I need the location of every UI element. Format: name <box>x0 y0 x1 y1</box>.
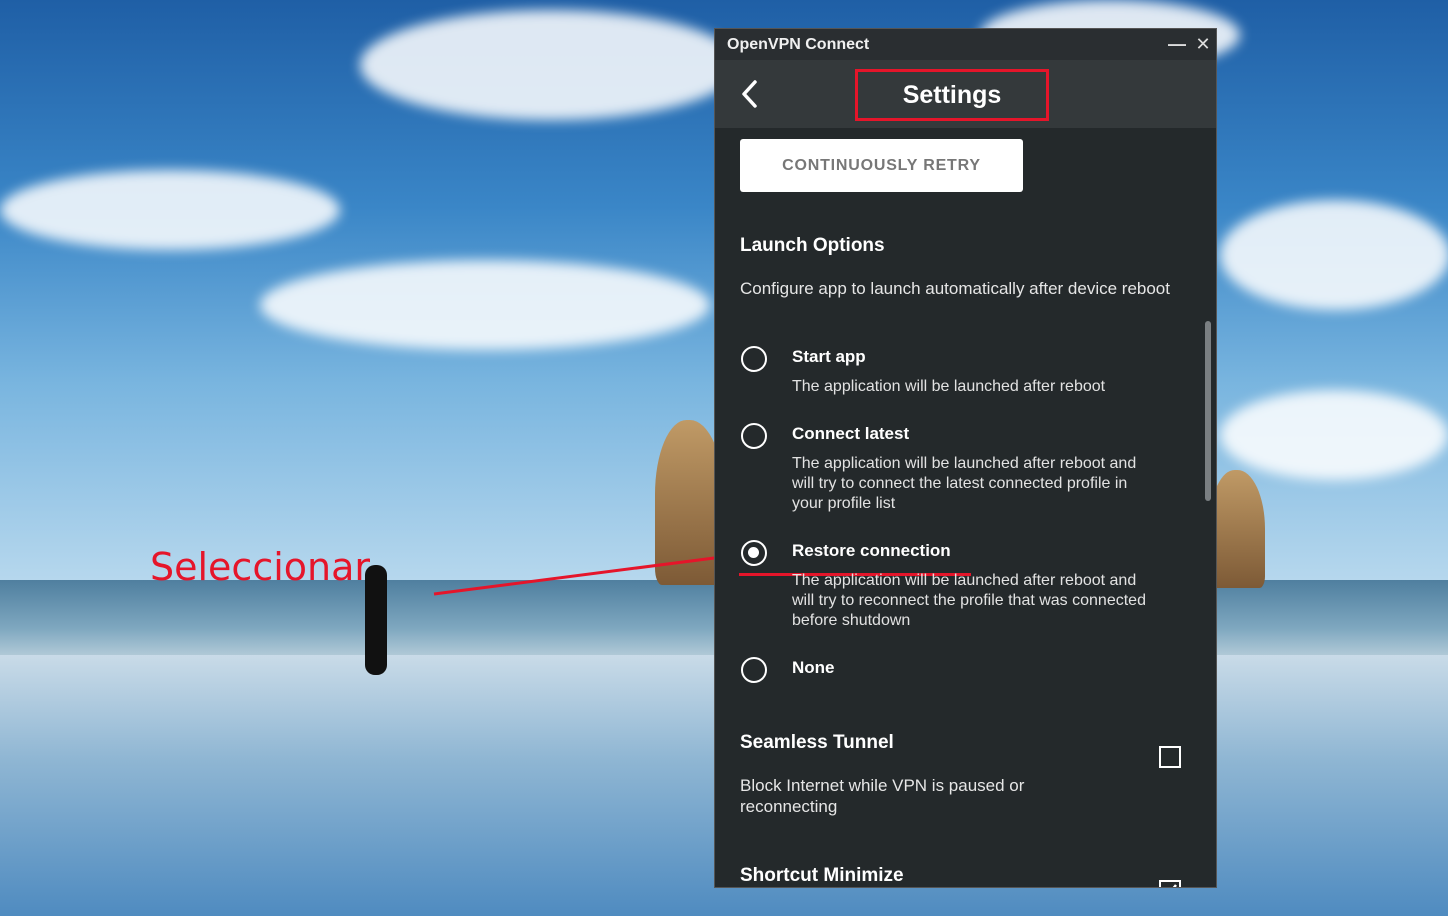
close-button[interactable]: ✕ <box>1190 31 1216 59</box>
scrollbar-thumb[interactable] <box>1205 321 1211 501</box>
annotation-label: Seleccionar <box>150 545 371 589</box>
option-label-none: None <box>792 658 835 677</box>
launch-options-title: Launch Options <box>740 235 885 256</box>
shortcut-minimize-checkbox[interactable] <box>1159 880 1181 887</box>
option-desc-start-app: The application will be launched after r… <box>792 378 1106 395</box>
launch-options-description: Configure app to launch automatically af… <box>740 279 1170 298</box>
radio-restore-connection[interactable] <box>741 540 767 566</box>
shortcut-minimize-title: Shortcut Minimize <box>740 865 904 886</box>
wallpaper-rock-right <box>1210 470 1265 588</box>
continuously-retry-button[interactable]: CONTINUOUSLY RETRY <box>740 139 1023 192</box>
chevron-left-icon[interactable] <box>739 78 761 110</box>
option-desc-restore-connection: The application will be launched after r… <box>792 572 1146 629</box>
seamless-tunnel-title: Seamless Tunnel <box>740 732 894 753</box>
radio-none[interactable] <box>741 657 767 683</box>
radio-start-app[interactable] <box>741 346 767 372</box>
checkmark-icon <box>1172 884 1177 887</box>
option-label-connect-latest: Connect latest <box>792 424 910 443</box>
seamless-tunnel-checkbox[interactable] <box>1159 746 1181 768</box>
minimize-button[interactable]: — <box>1164 31 1190 59</box>
openvpn-window: OpenVPN Connect — ✕ Settings CONTINUOUSL… <box>714 28 1217 888</box>
settings-content: CONTINUOUSLY RETRY Launch Options Config… <box>715 128 1216 887</box>
page-title: Settings <box>855 69 1049 121</box>
window-title: OpenVPN Connect <box>727 35 870 53</box>
title-bar: OpenVPN Connect — ✕ <box>715 29 1216 60</box>
seamless-tunnel-description: Block Internet while VPN is paused or re… <box>740 776 1025 816</box>
option-label-restore-connection: Restore connection <box>792 541 951 560</box>
option-desc-connect-latest: The application will be launched after r… <box>792 455 1137 512</box>
radio-connect-latest[interactable] <box>741 423 767 449</box>
option-label-start-app: Start app <box>792 347 866 366</box>
